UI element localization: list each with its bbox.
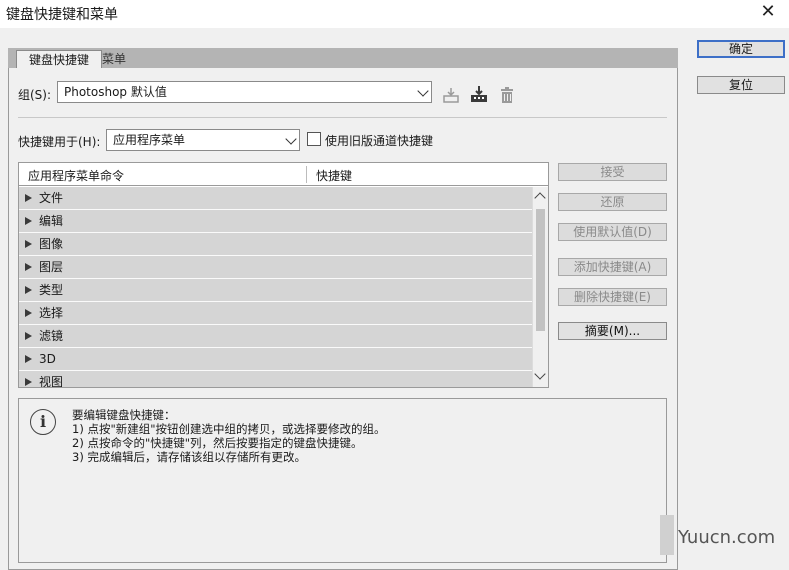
scroll-up-icon[interactable] — [534, 192, 546, 204]
table-row[interactable]: 文件 — [19, 187, 532, 210]
use-default-button[interactable]: 使用默认值(D) — [558, 223, 667, 241]
save-set-as-icon[interactable] — [470, 83, 488, 103]
window-title: 键盘快捷键和菜单 — [6, 7, 118, 23]
group-select-value: Photoshop 默认值 — [64, 85, 167, 99]
info-panel: i 要编辑键盘快捷键： 1) 点按"新建组"按钮创建选中组的拷贝，或选择要修改的… — [18, 398, 667, 563]
divider — [18, 117, 667, 118]
table-rows: 文件 编辑 图像 图层 类型 选择 滤镜 3D 视图 — [19, 187, 532, 387]
save-set-icon[interactable] — [442, 83, 460, 103]
table-row[interactable]: 类型 — [19, 279, 532, 302]
table-row[interactable]: 图像 — [19, 233, 532, 256]
table-scrollbar[interactable] — [532, 187, 548, 387]
expand-arrow-icon[interactable] — [25, 240, 32, 248]
scroll-down-icon[interactable] — [534, 368, 546, 380]
tab-menus[interactable]: 菜单 — [90, 50, 138, 68]
undo-button[interactable]: 还原 — [558, 193, 667, 211]
table-row[interactable]: 3D — [19, 348, 532, 371]
table-header: 应用程序菜单命令 快捷键 — [19, 163, 548, 186]
summarize-button[interactable]: 摘要(M)... — [558, 322, 667, 340]
expand-arrow-icon[interactable] — [25, 263, 32, 271]
expand-arrow-icon[interactable] — [25, 378, 32, 386]
reset-button[interactable]: 复位 — [697, 76, 785, 94]
info-icon: i — [30, 409, 56, 435]
expand-arrow-icon[interactable] — [25, 217, 32, 225]
info-text: 要编辑键盘快捷键： 1) 点按"新建组"按钮创建选中组的拷贝，或选择要修改的组。… — [72, 408, 386, 464]
shortcuts-for-label: 快捷键用于(H): — [18, 135, 101, 149]
info-step: 2) 点按命令的"快捷键"列，然后按要指定的键盘快捷键。 — [72, 436, 363, 450]
shortcuts-for-value: 应用程序菜单 — [113, 133, 186, 147]
column-header-command[interactable]: 应用程序菜单命令 — [28, 167, 124, 184]
group-label: 组(S): — [18, 88, 52, 102]
expand-arrow-icon[interactable] — [25, 355, 32, 363]
table-row[interactable]: 选择 — [19, 302, 532, 325]
tab-strip: 键盘快捷键 菜单 — [8, 48, 678, 68]
chevron-down-icon — [417, 85, 429, 97]
chevron-down-icon — [285, 133, 297, 145]
add-shortcut-button[interactable]: 添加快捷键(A) — [558, 258, 667, 276]
info-heading: 要编辑键盘快捷键： — [72, 408, 176, 422]
info-step: 3) 完成编辑后，请存储该组以存储所有更改。 — [72, 450, 306, 464]
column-separator — [306, 166, 307, 183]
delete-set-icon[interactable] — [498, 83, 516, 103]
column-header-shortcut[interactable]: 快捷键 — [316, 167, 352, 184]
close-icon[interactable]: ✕ — [755, 0, 781, 26]
table-row[interactable]: 图层 — [19, 256, 532, 279]
expand-arrow-icon[interactable] — [25, 194, 32, 202]
accept-button[interactable]: 接受 — [558, 163, 667, 181]
delete-shortcut-button[interactable]: 删除快捷键(E) — [558, 288, 667, 306]
watermark-bar — [660, 515, 674, 555]
expand-arrow-icon[interactable] — [25, 286, 32, 294]
expand-arrow-icon[interactable] — [25, 309, 32, 317]
title-bar: 键盘快捷键和菜单 ✕ — [0, 0, 789, 28]
shortcut-table: 应用程序菜单命令 快捷键 文件 编辑 图像 图层 类型 选择 滤镜 3D 视图 — [18, 162, 549, 388]
watermark: Yuucn.com — [660, 515, 775, 555]
legacy-channel-label: 使用旧版通道快捷键 — [325, 134, 434, 148]
scrollbar-thumb[interactable] — [536, 209, 545, 331]
expand-arrow-icon[interactable] — [25, 332, 32, 340]
group-select[interactable]: Photoshop 默认值 — [57, 81, 432, 103]
shortcuts-for-select[interactable]: 应用程序菜单 — [106, 129, 300, 151]
info-step: 1) 点按"新建组"按钮创建选中组的拷贝，或选择要修改的组。 — [72, 422, 386, 436]
watermark-text: Yuucn.com — [678, 527, 776, 548]
table-row[interactable]: 滤镜 — [19, 325, 532, 348]
table-row[interactable]: 编辑 — [19, 210, 532, 233]
table-row[interactable]: 视图 — [19, 371, 532, 387]
legacy-channel-checkbox[interactable] — [307, 132, 321, 146]
ok-button[interactable]: 确定 — [697, 40, 785, 58]
